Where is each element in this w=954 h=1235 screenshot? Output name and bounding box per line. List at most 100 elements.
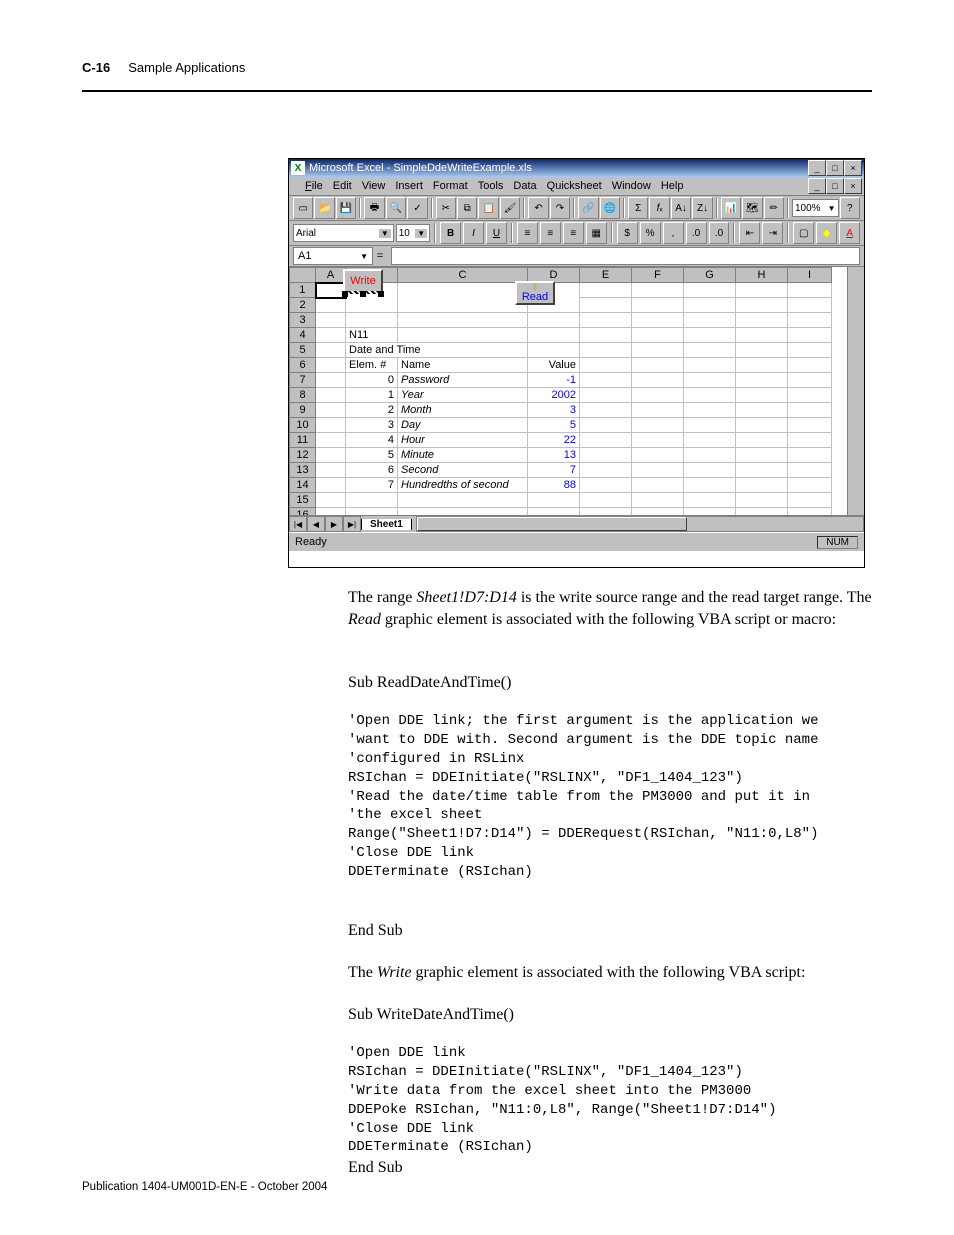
menu-format[interactable]: Format (433, 180, 468, 192)
maximize-button[interactable]: □ (826, 160, 844, 176)
row-8[interactable]: 8 (290, 388, 316, 403)
row-5[interactable]: 5 (290, 343, 316, 358)
row-11[interactable]: 11 (290, 433, 316, 448)
doc-close-button[interactable]: × (844, 178, 862, 194)
row-10[interactable]: 10 (290, 418, 316, 433)
col-C[interactable]: C (398, 268, 528, 283)
horizontal-scrollbar[interactable] (416, 516, 864, 532)
drawing-icon[interactable]: ✏ (764, 197, 784, 219)
row-12[interactable]: 12 (290, 448, 316, 463)
col-H[interactable]: H (736, 268, 788, 283)
currency-icon[interactable]: $ (617, 222, 638, 244)
formula-bar[interactable] (391, 247, 860, 265)
preview-icon[interactable]: 🔍 (386, 197, 406, 219)
doc-restore-button[interactable]: □ (826, 178, 844, 194)
comma-icon[interactable]: , (663, 222, 684, 244)
cell-B6[interactable]: Elem. # (346, 358, 398, 373)
last-sheet-icon[interactable]: ▶| (343, 516, 361, 532)
row-4[interactable]: 4 (290, 328, 316, 343)
cell-C6[interactable]: Name (398, 358, 528, 373)
sort-asc-icon[interactable]: A↓ (671, 197, 691, 219)
inc-indent-icon[interactable]: ⇥ (762, 222, 783, 244)
cell-C7[interactable]: Password (398, 373, 528, 388)
redo-icon[interactable]: ↷ (550, 197, 570, 219)
fill-color-icon[interactable]: ◆ (816, 222, 837, 244)
cell-C10[interactable]: Day (398, 418, 528, 433)
menu-view[interactable]: View (362, 180, 386, 192)
close-button[interactable]: × (844, 160, 862, 176)
map-icon[interactable]: 🗺 (742, 197, 762, 219)
col-I[interactable]: I (788, 268, 832, 283)
row-6[interactable]: 6 (290, 358, 316, 373)
cell-D8[interactable]: 2002 (528, 388, 580, 403)
align-left-icon[interactable]: ≡ (517, 222, 538, 244)
cell-D7[interactable]: -1 (528, 373, 580, 388)
row-1[interactable]: 1 (290, 283, 316, 298)
worksheet-grid[interactable]: A B C D E F G H I 1 2 3 4N11 5Date and T… (289, 267, 864, 515)
sort-desc-icon[interactable]: Z↓ (692, 197, 712, 219)
open-icon[interactable]: 📂 (314, 197, 334, 219)
bold-button[interactable]: B (440, 222, 461, 244)
cell-D11[interactable]: 22 (528, 433, 580, 448)
cell-B12[interactable]: 5 (346, 448, 398, 463)
web-icon[interactable]: 🌐 (600, 197, 620, 219)
minimize-button[interactable]: _ (808, 160, 826, 176)
cell-C9[interactable]: Month (398, 403, 528, 418)
col-G[interactable]: G (684, 268, 736, 283)
cell-B11[interactable]: 4 (346, 433, 398, 448)
prev-sheet-icon[interactable]: ◀ (307, 516, 325, 532)
new-icon[interactable]: ▭ (293, 197, 313, 219)
fontsize-select[interactable]: 10▼ (396, 224, 430, 242)
merge-icon[interactable]: ▦ (586, 222, 607, 244)
write-button[interactable]: Write (343, 269, 383, 293)
menu-window[interactable]: Window (612, 180, 651, 192)
cell-B10[interactable]: 3 (346, 418, 398, 433)
save-icon[interactable]: 💾 (336, 197, 356, 219)
next-sheet-icon[interactable]: ▶ (325, 516, 343, 532)
col-F[interactable]: F (632, 268, 684, 283)
cell-C11[interactable]: Hour (398, 433, 528, 448)
hyperlink-icon[interactable]: 🔗 (578, 197, 598, 219)
cell-C12[interactable]: Minute (398, 448, 528, 463)
cell-D6[interactable]: Value (528, 358, 580, 373)
cell-B7[interactable]: 0 (346, 373, 398, 388)
border-icon[interactable]: ▢ (793, 222, 814, 244)
row-9[interactable]: 9 (290, 403, 316, 418)
menu-tools[interactable]: Tools (478, 180, 504, 192)
row-14[interactable]: 14 (290, 478, 316, 493)
col-E[interactable]: E (580, 268, 632, 283)
row-15[interactable]: 15 (290, 493, 316, 508)
fx-icon[interactable]: fₓ (649, 197, 669, 219)
format-painter-icon[interactable]: 🖌 (500, 197, 520, 219)
font-color-icon[interactable]: A (839, 222, 860, 244)
row-7[interactable]: 7 (290, 373, 316, 388)
col-A[interactable]: A (316, 268, 346, 283)
autosum-icon[interactable]: Σ (628, 197, 648, 219)
undo-icon[interactable]: ↶ (528, 197, 548, 219)
read-button[interactable]: ⇧ Read (515, 281, 555, 305)
cell-D10[interactable]: 5 (528, 418, 580, 433)
align-center-icon[interactable]: ≡ (540, 222, 561, 244)
row-3[interactable]: 3 (290, 313, 316, 328)
underline-button[interactable]: U (486, 222, 507, 244)
cell-B14[interactable]: 7 (346, 478, 398, 493)
inc-decimal-icon[interactable]: .0 (686, 222, 707, 244)
cut-icon[interactable]: ✂ (436, 197, 456, 219)
align-right-icon[interactable]: ≡ (563, 222, 584, 244)
cell-D12[interactable]: 13 (528, 448, 580, 463)
select-all[interactable] (290, 268, 316, 283)
cell-D13[interactable]: 7 (528, 463, 580, 478)
row-16[interactable]: 16 (290, 508, 316, 516)
help-icon[interactable]: ? (840, 197, 860, 219)
doc-minimize-button[interactable]: _ (808, 178, 826, 194)
menu-insert[interactable]: Insert (395, 180, 423, 192)
cell-D14[interactable]: 88 (528, 478, 580, 493)
cell-B5[interactable]: Date and Time (346, 343, 528, 358)
spell-icon[interactable]: ✓ (407, 197, 427, 219)
name-box[interactable]: A1▼ (293, 247, 373, 265)
menu-data[interactable]: Data (513, 180, 536, 192)
cell-C8[interactable]: Year (398, 388, 528, 403)
menu-edit[interactable]: Edit (333, 180, 352, 192)
paste-icon[interactable]: 📋 (478, 197, 498, 219)
menu-file[interactable]: File (305, 180, 323, 192)
